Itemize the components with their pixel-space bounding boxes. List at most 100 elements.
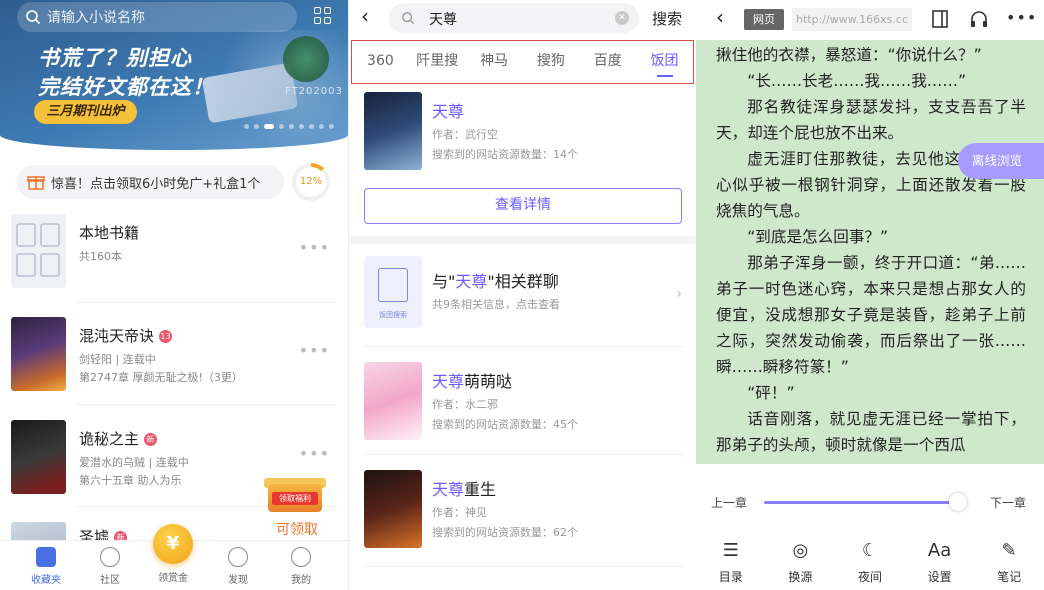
reader-tools: ☰ 目录 ◎ 换源 ☾ 夜间 Aa 设置 ✎ 笔记	[696, 540, 1044, 585]
banner-cta-pill[interactable]: 三月期刊出炉	[34, 100, 137, 124]
divider	[78, 404, 336, 405]
paragraph: 话音刚落，就见虚无涯已经一掌拍下，那弟子的头颅，顿时就像是一个西瓜	[716, 410, 1026, 454]
clear-icon[interactable]: ✕	[615, 11, 629, 25]
book-cover	[11, 522, 66, 542]
book-author-status: 剑轻阳 | 连载中	[79, 353, 156, 366]
promo-text: 惊喜！点击领取6小时免广+礼盒1个	[51, 176, 261, 192]
new-badge: 新	[144, 433, 158, 446]
welfare-gift-box[interactable]: 领取福利	[262, 470, 328, 516]
more-icon[interactable]: •••	[299, 238, 330, 257]
tab-profile[interactable]: 我的	[273, 547, 329, 586]
tab-discover[interactable]: 发现	[210, 547, 266, 586]
banner-pager-dots	[244, 124, 334, 129]
result-title: 天尊	[432, 102, 465, 121]
tab-engine-360[interactable]: 360	[352, 41, 409, 83]
result-author: 作者：神见	[432, 506, 487, 519]
tool-night-mode[interactable]: ☾ 夜间	[835, 540, 905, 585]
tool-change-source[interactable]: ◎ 换源	[766, 540, 836, 585]
tab-engine-shenma[interactable]: 神马	[466, 41, 523, 83]
tab-favorites[interactable]: 收藏夹	[18, 547, 74, 586]
related-group-chat[interactable]: 与"天尊"相关群聊 共9条相关信息，点击查看	[364, 262, 684, 332]
source-url[interactable]: http://www.166xs.cc	[792, 8, 912, 31]
more-icon[interactable]: •••	[299, 444, 330, 463]
tool-notes[interactable]: ✎ 笔记	[974, 540, 1044, 585]
reader-control-panel: 上一章 下一章 ☰ 目录 ◎ 换源 ☾ 夜间 Aa 设置 ✎ 笔记	[696, 464, 1044, 590]
divider	[364, 566, 682, 567]
toc-icon: ☰	[722, 540, 739, 561]
book-item-local[interactable]: 本地书籍 共160本 •••	[11, 214, 336, 298]
headphones-icon[interactable]	[968, 8, 990, 30]
tab-engine-qianlisou[interactable]: 阡里搜	[409, 41, 466, 83]
result-title: 天尊萌萌哒	[432, 372, 513, 391]
search-input[interactable]: 天尊 ✕	[389, 3, 639, 33]
bookshelf-icon	[36, 547, 56, 567]
back-arrow-icon[interactable]: ‹	[716, 5, 724, 29]
section-divider	[349, 236, 696, 244]
reward-promo-bar[interactable]: 惊喜！点击领取6小时免广+礼盒1个	[17, 165, 284, 199]
tool-toc[interactable]: ☰ 目录	[696, 540, 766, 585]
divider	[364, 346, 682, 347]
divider	[364, 454, 682, 455]
back-arrow-icon[interactable]: ‹	[361, 4, 369, 28]
book-title: 本地书籍	[79, 224, 140, 242]
reader-toolbar: ‹ 网页 http://www.166xs.cc •••	[696, 0, 1044, 40]
tab-engine-baidu[interactable]: 百度	[579, 41, 636, 83]
local-books-icon	[11, 214, 66, 288]
chevron-right-icon: ›	[676, 286, 682, 302]
banner-plant-art	[283, 36, 329, 82]
search-screen: ‹ 天尊 ✕ 搜索 360 阡里搜 神马 搜狗 百度 饭团 天尊 作者：武行空 …	[348, 0, 696, 590]
search-bar: ‹ 天尊 ✕ 搜索	[349, 0, 696, 38]
result-author: 作者：武行空	[432, 128, 498, 141]
tab-engine-fantuan[interactable]: 饭团	[636, 41, 693, 83]
update-badge: 13	[159, 330, 173, 343]
moon-icon: ☾	[861, 540, 879, 561]
book-mode-icon[interactable]	[929, 8, 951, 30]
result-source-count: 搜索到的网站资源数量：45个	[432, 418, 578, 431]
font-settings-icon: Aa	[927, 540, 952, 561]
result-title: 天尊重生	[432, 480, 497, 499]
search-input[interactable]: 请输入小说名称	[17, 2, 297, 32]
grid-view-icon[interactable]	[314, 7, 332, 25]
source-icon: ◎	[792, 540, 809, 561]
book-author-status: 爱潜水的乌贼 | 连载中	[79, 456, 189, 469]
tab-community[interactable]: 社区	[82, 547, 138, 586]
book-latest-chapter: 第六十五章 助人为乐	[79, 474, 182, 487]
book-title: 诡秘之主新	[79, 428, 158, 449]
book-item[interactable]: 混沌天帝诀 13 剑轻阳 | 连载中 第2747章 厚颜无耻之极!（3更） •••	[11, 317, 336, 401]
paragraph: 那名教徒浑身瑟瑟发抖，支支吾吾了半天，却连个屁也放不出来。	[716, 98, 1026, 142]
prev-chapter-button[interactable]: 上一章	[711, 494, 747, 511]
promo-progress-label: 12%	[296, 167, 326, 197]
chapter-progress-slider[interactable]	[764, 501, 958, 504]
search-button[interactable]: 搜索	[652, 8, 682, 29]
search-placeholder: 请输入小说名称	[47, 10, 145, 26]
tab-engine-sogou[interactable]: 搜狗	[522, 41, 579, 83]
next-chapter-button[interactable]: 下一章	[990, 494, 1026, 511]
profile-icon	[291, 547, 311, 567]
result-source-count: 搜索到的网站资源数量：14个	[432, 148, 578, 161]
tab-bounty[interactable]: 领赏金	[145, 569, 201, 584]
claim-reward-link[interactable]: 可领取	[276, 519, 318, 539]
bounty-coin-button[interactable]: ¥	[153, 524, 193, 564]
chapter-text[interactable]: 揪住他的衣襟，暴怒道：“你说什么？” “长……长老……我……我……” 那名教徒浑身瑟…	[696, 40, 1044, 464]
note-icon: ✎	[1001, 540, 1017, 561]
book-count: 共160本	[79, 250, 122, 263]
more-icon[interactable]: •••	[1006, 8, 1037, 27]
book-cover	[364, 470, 422, 548]
banner-subheadline: 完结好文都在这！	[38, 75, 214, 99]
tool-settings[interactable]: Aa 设置	[905, 540, 975, 585]
group-subtitle: 共9条相关信息，点击查看	[432, 298, 560, 311]
slider-knob[interactable]	[949, 493, 967, 511]
paragraph: “砰！”	[747, 384, 795, 402]
offline-browse-button[interactable]: 离线浏览	[958, 143, 1044, 179]
more-icon[interactable]: •••	[299, 341, 330, 360]
promo-progress-ring: 12%	[292, 163, 330, 201]
view-details-button[interactable]: 查看详情	[364, 188, 682, 224]
gift-box-label: 领取福利	[272, 492, 318, 505]
promo-banner[interactable]: FT202003 请输入小说名称 书荒了？别担心 完结好文都在这！ 三月期刊出炉	[0, 0, 348, 150]
result-source-count: 搜索到的网站资源数量：62个	[432, 526, 578, 539]
paragraph: 揪住他的衣襟，暴怒道：“你说什么？”	[716, 46, 982, 64]
book-title: 混沌天帝诀 13	[79, 327, 173, 345]
search-icon	[402, 12, 415, 25]
book-latest-chapter: 第2747章 厚颜无耻之极!（3更）	[79, 371, 243, 384]
web-mode-badge[interactable]: 网页	[744, 9, 784, 30]
